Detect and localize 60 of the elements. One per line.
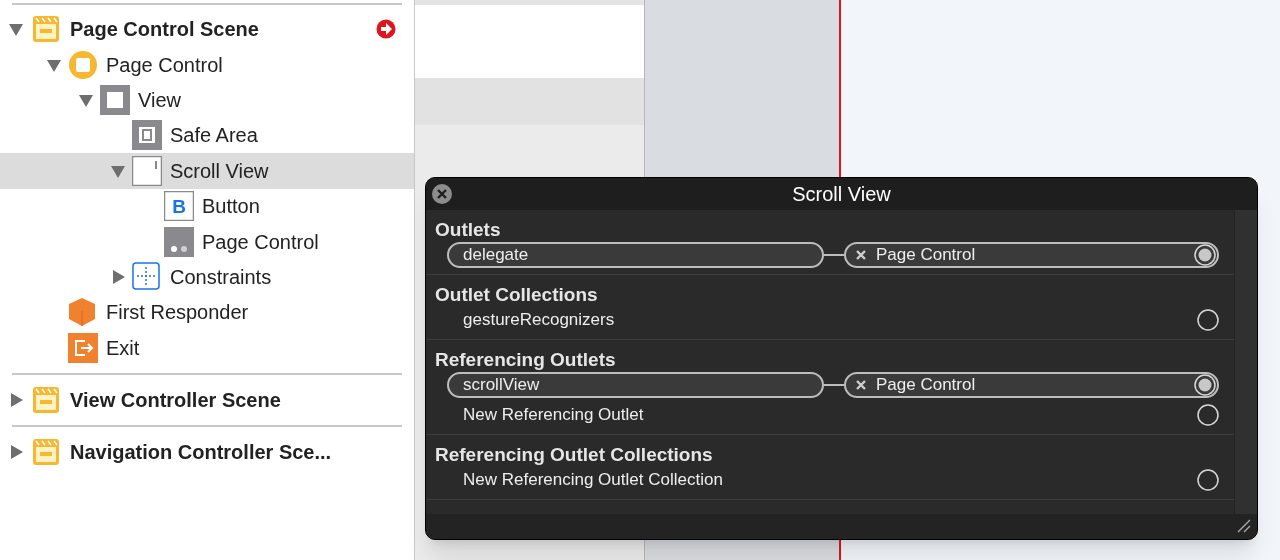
outlet-name: gestureRecognizers bbox=[462, 309, 616, 332]
remove-x-icon[interactable] bbox=[856, 250, 866, 260]
outline-row[interactable]: Constraints bbox=[0, 259, 414, 295]
outlet-name-pill: scrollView bbox=[447, 372, 824, 398]
connection-circle-icon[interactable] bbox=[1197, 469, 1219, 491]
connection-circle-icon[interactable] bbox=[1197, 309, 1219, 331]
scroll-view-icon bbox=[132, 155, 162, 186]
resize-grip-icon[interactable] bbox=[1235, 517, 1253, 535]
disclosure-triangle-icon[interactable] bbox=[8, 443, 24, 460]
outline-item-label: Constraints bbox=[170, 265, 272, 291]
disclosure-triangle-icon[interactable] bbox=[8, 391, 24, 408]
outline-item-label: Scroll View bbox=[170, 158, 269, 184]
dots-icon bbox=[164, 226, 194, 257]
cube-icon bbox=[68, 297, 98, 328]
outline-item-label: Button bbox=[202, 194, 260, 220]
outline-row[interactable]: View bbox=[0, 82, 414, 118]
outline-row[interactable]: Scroll View bbox=[0, 153, 414, 189]
connection-circle-icon[interactable] bbox=[1197, 404, 1219, 426]
arrow-circle-icon[interactable] bbox=[376, 19, 396, 39]
connection-circle-icon[interactable] bbox=[1194, 374, 1216, 396]
outlet-name: New Referencing Outlet Collection bbox=[462, 469, 724, 492]
scene-title: Page Control Scene bbox=[70, 17, 259, 42]
section-title: Referencing Outlets bbox=[434, 348, 617, 370]
outline-row[interactable]: Page Control bbox=[0, 223, 414, 260]
outline-row[interactable]: B Button bbox=[0, 188, 414, 224]
outline-row[interactable]: First Responder bbox=[0, 294, 414, 331]
storyboard-scene-icon bbox=[32, 384, 60, 415]
scene-title: Navigation Controller Sce... bbox=[70, 439, 332, 465]
outline-item-label: Page Control bbox=[202, 229, 319, 255]
framed-square-icon bbox=[132, 120, 162, 151]
close-icon[interactable] bbox=[437, 189, 447, 199]
section-title: Outlets bbox=[434, 218, 502, 240]
connection-target-label: Page Control bbox=[876, 244, 977, 267]
connection-circle-icon[interactable] bbox=[1194, 244, 1216, 266]
section-title: Referencing Outlet Collections bbox=[434, 443, 714, 465]
disclosure-triangle-icon[interactable] bbox=[110, 269, 126, 286]
connection-target-label: Page Control bbox=[876, 374, 977, 397]
constraints-icon bbox=[132, 262, 162, 293]
disclosure-triangle-icon[interactable] bbox=[8, 21, 24, 37]
outline-item-label: View bbox=[138, 88, 181, 114]
exit-icon bbox=[68, 332, 98, 363]
outline-row[interactable]: Exit bbox=[0, 330, 414, 366]
outline-row[interactable]: Safe Area bbox=[0, 117, 414, 154]
outline-item-label: Page Control bbox=[106, 52, 223, 78]
outlet-name-pill: delegate bbox=[447, 242, 824, 268]
outline-item-label: First Responder bbox=[106, 300, 249, 326]
outlet-name: New Referencing Outlet bbox=[462, 404, 645, 427]
outline-item-label: Safe Area bbox=[170, 123, 258, 149]
scene-title: View Controller Scene bbox=[70, 387, 281, 413]
storyboard-scene-icon bbox=[32, 436, 60, 467]
disclosure-triangle-icon[interactable] bbox=[78, 92, 94, 109]
outline-row[interactable]: Page Control bbox=[0, 47, 414, 83]
square-icon bbox=[100, 85, 130, 116]
storyboard-scene-icon bbox=[32, 14, 60, 44]
outline-item-label: Exit bbox=[106, 335, 140, 361]
close-button[interactable] bbox=[432, 184, 452, 204]
letter-b-icon: B bbox=[164, 191, 194, 222]
section-title: Outlet Collections bbox=[434, 283, 599, 305]
popup-title: Scroll View bbox=[792, 182, 891, 207]
remove-x-icon[interactable] bbox=[856, 380, 866, 390]
